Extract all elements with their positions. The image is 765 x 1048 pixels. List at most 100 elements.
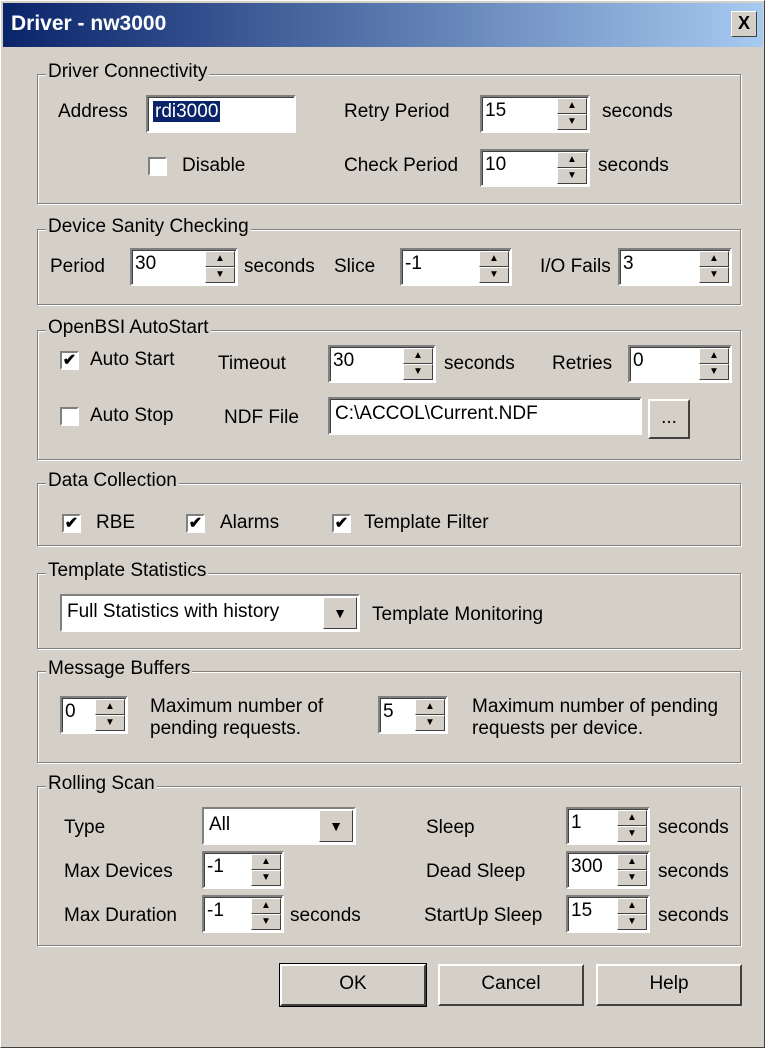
spin-up-icon[interactable]: ▲	[617, 898, 647, 914]
startup-sleep-label: StartUp Sleep	[424, 905, 543, 926]
data-collection-group: Data Collection ✔ RBE ✔ Alarms ✔ Templat…	[37, 470, 741, 546]
spin-up-icon[interactable]: ▲	[617, 810, 647, 826]
spin-down-icon[interactable]: ▼	[617, 914, 647, 930]
spin-up-icon[interactable]: ▲	[557, 98, 587, 114]
spin-down-icon[interactable]: ▼	[617, 826, 647, 842]
spin-up-icon[interactable]: ▲	[699, 348, 729, 364]
type-dropdown[interactable]: All ▼	[202, 807, 356, 845]
spin-up-icon[interactable]: ▲	[95, 699, 125, 715]
slice-label: Slice	[334, 256, 376, 277]
message-buffers-group: Message Buffers 0 ▲ ▼ Maximum number of pe…	[37, 658, 741, 763]
rolling-scan-group: Rolling Scan Type All ▼ Max Devices -1 ▲ ▼ …	[37, 773, 741, 946]
max-devices-spinner[interactable]: -1 ▲ ▼	[202, 851, 284, 889]
address-input[interactable]: rdi3000	[146, 95, 296, 133]
spin-up-icon[interactable]: ▲	[479, 251, 509, 267]
check-period-spinner[interactable]: 10 ▲ ▼	[480, 149, 590, 187]
ndf-file-input[interactable]: C:\ACCOL\Current.NDF	[328, 397, 642, 435]
spin-down-icon[interactable]: ▼	[617, 870, 647, 886]
dead-sleep-label: Dead Sleep	[426, 861, 526, 882]
retry-period-label: Retry Period	[344, 101, 450, 122]
window-title: Driver - nw3000	[11, 12, 167, 35]
close-button[interactable]: X	[731, 11, 757, 37]
spin-down-icon[interactable]: ▼	[699, 364, 729, 380]
rbe-checkbox[interactable]: ✔	[62, 514, 81, 533]
spin-down-icon[interactable]: ▼	[205, 267, 235, 283]
title-bar[interactable]: Driver - nw3000 X	[3, 3, 763, 47]
pending-requests-label-2: pending requests.	[150, 718, 302, 739]
group-legend: OpenBSI AutoStart	[46, 317, 211, 339]
seconds-label: seconds	[244, 256, 315, 277]
spin-down-icon[interactable]: ▼	[415, 715, 445, 731]
spin-up-icon[interactable]: ▲	[205, 251, 235, 267]
spin-down-icon[interactable]: ▼	[251, 914, 281, 930]
ok-button[interactable]: OK	[279, 963, 427, 1007]
seconds-label: seconds	[658, 905, 729, 926]
device-requests-spinner[interactable]: 5 ▲ ▼	[378, 696, 448, 734]
disable-checkbox[interactable]	[148, 157, 167, 176]
group-legend: Template Statistics	[46, 560, 209, 582]
max-duration-label: Max Duration	[64, 905, 177, 926]
group-legend: Device Sanity Checking	[46, 216, 251, 238]
slice-spinner[interactable]: -1 ▲ ▼	[400, 248, 512, 286]
spin-down-icon[interactable]: ▼	[557, 114, 587, 130]
spin-down-icon[interactable]: ▼	[251, 870, 281, 886]
type-label: Type	[64, 817, 106, 838]
group-legend: Data Collection	[46, 470, 179, 492]
spin-up-icon[interactable]: ▲	[699, 251, 729, 267]
pending-requests-spinner[interactable]: 0 ▲ ▼	[60, 696, 128, 734]
spin-down-icon[interactable]: ▼	[557, 168, 587, 184]
spin-up-icon[interactable]: ▲	[251, 898, 281, 914]
alarms-label: Alarms	[220, 512, 280, 533]
seconds-label: seconds	[658, 861, 729, 882]
disable-label: Disable	[182, 155, 246, 176]
period-label: Period	[50, 256, 105, 277]
help-button[interactable]: Help	[596, 964, 742, 1006]
spin-down-icon[interactable]: ▼	[479, 267, 509, 283]
statistics-dropdown[interactable]: Full Statistics with history ▼	[60, 594, 360, 632]
startup-sleep-spinner[interactable]: 15 ▲ ▼	[566, 895, 650, 933]
spin-up-icon[interactable]: ▲	[251, 854, 281, 870]
period-spinner[interactable]: 30 ▲ ▼	[130, 248, 238, 286]
spin-down-icon[interactable]: ▼	[699, 267, 729, 283]
seconds-label: seconds	[598, 155, 669, 176]
check-icon: ✔	[64, 515, 79, 532]
chevron-down-icon[interactable]: ▼	[323, 597, 357, 629]
spin-up-icon[interactable]: ▲	[617, 854, 647, 870]
auto-start-checkbox[interactable]: ✔	[60, 351, 79, 370]
device-requests-label-2: requests per device.	[472, 718, 644, 739]
ndf-file-label: NDF File	[224, 407, 299, 428]
group-legend: Rolling Scan	[46, 773, 157, 795]
template-statistics-group: Template Statistics Full Statistics with…	[37, 560, 741, 649]
template-filter-label: Template Filter	[364, 512, 489, 533]
template-monitoring-label: Template Monitoring	[372, 604, 544, 625]
check-icon: ✔	[188, 515, 203, 532]
sleep-spinner[interactable]: 1 ▲ ▼	[566, 807, 650, 845]
spin-up-icon[interactable]: ▲	[557, 152, 587, 168]
retries-spinner[interactable]: 0 ▲ ▼	[628, 345, 732, 383]
retry-period-spinner[interactable]: 15 ▲ ▼	[480, 95, 590, 133]
io-fails-spinner[interactable]: 3 ▲ ▼	[618, 248, 732, 286]
check-icon: ✔	[62, 352, 77, 369]
auto-stop-checkbox[interactable]	[60, 407, 79, 426]
seconds-label: seconds	[290, 905, 361, 926]
cancel-button[interactable]: Cancel	[438, 964, 584, 1006]
spin-up-icon[interactable]: ▲	[415, 699, 445, 715]
spin-down-icon[interactable]: ▼	[95, 715, 125, 731]
browse-button[interactable]: ...	[648, 399, 690, 439]
alarms-checkbox[interactable]: ✔	[186, 514, 205, 533]
seconds-label: seconds	[444, 353, 515, 374]
check-icon: ✔	[334, 515, 349, 532]
sleep-label: Sleep	[426, 817, 475, 838]
spin-down-icon[interactable]: ▼	[403, 364, 433, 380]
template-filter-checkbox[interactable]: ✔	[332, 514, 351, 533]
spin-up-icon[interactable]: ▲	[403, 348, 433, 364]
rbe-label: RBE	[96, 512, 136, 533]
timeout-spinner[interactable]: 30 ▲ ▼	[328, 345, 436, 383]
group-legend: Message Buffers	[46, 658, 193, 680]
chevron-down-icon[interactable]: ▼	[319, 810, 353, 842]
close-icon: X	[737, 13, 750, 33]
seconds-label: seconds	[602, 101, 673, 122]
device-sanity-group: Device Sanity Checking Period 30 ▲ ▼ secon…	[37, 216, 741, 305]
max-duration-spinner[interactable]: -1 ▲ ▼	[202, 895, 284, 933]
dead-sleep-spinner[interactable]: 300 ▲ ▼	[566, 851, 650, 889]
